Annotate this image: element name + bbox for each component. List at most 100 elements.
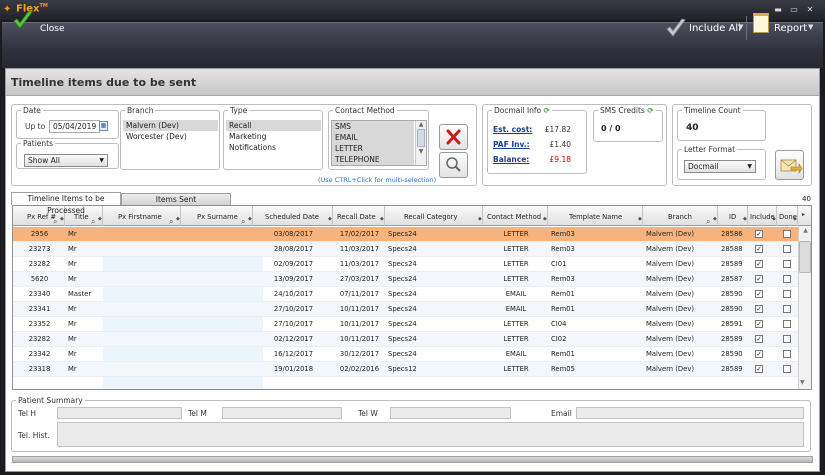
include-checkbox[interactable]: ✓	[755, 365, 763, 373]
patients-select[interactable]: Show All ▼	[24, 154, 108, 167]
clear-filter-button[interactable]	[439, 124, 468, 150]
column-header-recall-date[interactable]: Recall Date ◆	[333, 206, 385, 226]
contact-item-telephone[interactable]: TELEPHONE	[332, 154, 414, 165]
column-filter-icon[interactable]: ⌕	[706, 211, 710, 226]
maximize-button[interactable]: ▭	[788, 5, 800, 14]
sort-icon[interactable]: ◆	[176, 208, 180, 226]
sort-icon[interactable]: ◆	[478, 208, 482, 226]
type-list[interactable]: Recall Marketing Notifications	[226, 120, 321, 166]
close-button[interactable]: Close	[40, 24, 65, 34]
done-checkbox[interactable]	[783, 305, 791, 313]
include-checkbox[interactable]: ✓	[755, 245, 763, 253]
done-checkbox[interactable]	[783, 245, 791, 253]
scroll-up-icon[interactable]: ▲	[416, 121, 426, 128]
report-document-icon[interactable]	[753, 13, 769, 33]
report-button[interactable]: Report	[774, 23, 807, 34]
include-all-button[interactable]: Include All	[689, 23, 741, 34]
table-row[interactable]: 23342 Mr 16/12/2017 30/12/2017 Specs24 EMAIL R…	[13, 347, 798, 362]
table-row[interactable]: 23318 Mr 19/01/2018 02/02/2016 Specs12 LETTER…	[13, 362, 798, 377]
include-checkbox[interactable]: ✓	[755, 350, 763, 358]
include-checkbox[interactable]: ✓	[755, 275, 763, 283]
done-checkbox[interactable]	[783, 320, 791, 328]
include-checkbox[interactable]: ✓	[755, 320, 763, 328]
column-header-branch[interactable]: Branch ⌕ ◆	[643, 206, 718, 226]
checkmark-icon[interactable]	[12, 9, 34, 31]
chevron-down-icon[interactable]: ▼	[738, 23, 743, 31]
table-row[interactable]: 5620 Mr 13/09/2017 27/03/2017 Specs24 LETTER R…	[13, 272, 798, 287]
refresh-icon[interactable]: ⟳	[544, 106, 550, 115]
table-row[interactable]: 23273 Mr 28/08/2017 11/03/2017 Specs24 LETTER…	[13, 242, 798, 257]
sort-icon[interactable]: ◆	[328, 208, 332, 226]
column-filter-icon[interactable]: ⌕	[169, 211, 173, 226]
done-checkbox[interactable]	[783, 350, 791, 358]
branch-list[interactable]: Malvern (Dev) Worcester (Dev)	[123, 120, 218, 166]
include-checkbox[interactable]: ✓	[755, 230, 763, 238]
type-item-notifications[interactable]: Notifications	[226, 142, 321, 153]
contact-item-sms[interactable]: SMS	[332, 121, 414, 132]
calendar-icon[interactable]: ▦	[99, 121, 108, 131]
include-checkbox[interactable]: ✓	[755, 260, 763, 268]
timeline-items-grid[interactable]: Px Ref # ⌕ ◆ Title ⌕ ◆ Px Firstname ⌕ ◆ Px Surnam…	[12, 205, 812, 390]
branch-item-malvern[interactable]: Malvern (Dev)	[123, 120, 218, 131]
paf-inv-label[interactable]: PAF Inv.:	[493, 140, 530, 149]
contact-item-email[interactable]: EMAIL	[332, 132, 414, 143]
sort-icon[interactable]: ◆	[248, 208, 252, 226]
letter-format-select[interactable]: Docmail ▼	[684, 160, 756, 173]
sort-icon[interactable]: ◆	[98, 208, 102, 226]
scroll-down-icon[interactable]: ▼	[800, 379, 805, 386]
contact-item-letter[interactable]: LETTER	[332, 143, 414, 154]
done-checkbox[interactable]	[783, 365, 791, 373]
column-filter-icon[interactable]: ⌕	[91, 211, 95, 226]
done-checkbox[interactable]	[783, 275, 791, 283]
column-header-px-firstname[interactable]: Px Firstname ⌕ ◆	[103, 206, 181, 226]
column-filter-icon[interactable]: ⌕	[241, 211, 245, 226]
include-checkbox[interactable]: ✓	[755, 305, 763, 313]
done-checkbox[interactable]	[783, 230, 791, 238]
type-item-recall[interactable]: Recall	[226, 120, 321, 131]
grid-scroll-thumb[interactable]	[799, 241, 811, 273]
column-chooser-icon[interactable]: ▸	[802, 211, 805, 218]
chevron-down-icon[interactable]: ▼	[808, 23, 813, 31]
table-row[interactable]: 23282 Mr 02/12/2017 10/11/2017 Specs24 LETTER…	[13, 332, 798, 347]
send-letters-button[interactable]	[775, 150, 804, 180]
scroll-thumb[interactable]	[417, 129, 425, 147]
up-to-date-input[interactable]: 05/04/2019	[49, 120, 100, 133]
branch-item-worcester[interactable]: Worcester (Dev)	[123, 131, 218, 142]
done-checkbox[interactable]	[783, 335, 791, 343]
table-row[interactable]: 23341 Mr 27/10/2017 10/11/2017 Specs24 EMAIL R…	[13, 302, 798, 317]
column-header-scheduled-date[interactable]: Scheduled Date ◆	[253, 206, 333, 226]
column-header-template-name[interactable]: Template Name ◆	[548, 206, 643, 226]
sort-icon[interactable]: ◆	[743, 208, 747, 226]
done-checkbox[interactable]	[783, 260, 791, 268]
close-window-button[interactable]: ✕	[804, 5, 816, 14]
sort-icon[interactable]: ◆	[772, 208, 776, 226]
sort-icon[interactable]: ◆	[543, 208, 547, 226]
sort-icon[interactable]: ◆	[793, 208, 797, 226]
type-item-marketing[interactable]: Marketing	[226, 131, 321, 142]
refresh-icon[interactable]: ⟳	[647, 106, 653, 115]
sort-icon[interactable]: ◆	[713, 208, 717, 226]
column-header-id[interactable]: ID ◆	[718, 206, 748, 226]
balance-label[interactable]: Balance:	[493, 155, 529, 164]
table-row[interactable]: 23352 Mr 27/10/2017 10/11/2017 Specs24 LETTER…	[13, 317, 798, 332]
tab-items-to-be-processed[interactable]: Timeline Items to be Processed	[11, 192, 121, 215]
est-cost-label[interactable]: Est. cost:	[493, 125, 532, 134]
column-header-recall-category[interactable]: Recall Category ◆	[385, 206, 483, 226]
table-row[interactable]: 2956 Mr 03/08/2017 17/02/2017 Specs24 LETTER R…	[13, 227, 798, 242]
search-button[interactable]	[439, 152, 468, 178]
table-row[interactable]: 23282 Mr 02/09/2017 11/03/2017 Specs24 LETTER…	[13, 257, 798, 272]
done-checkbox[interactable]	[783, 290, 791, 298]
column-header-include[interactable]: Include ◆	[748, 206, 777, 226]
include-all-check-icon[interactable]	[665, 17, 687, 39]
sort-icon[interactable]: ◆	[380, 208, 384, 226]
include-checkbox[interactable]: ✓	[755, 335, 763, 343]
minimize-button[interactable]: ▬	[772, 5, 784, 14]
contact-method-list[interactable]: SMS EMAIL LETTER TELEPHONE ▲ ▼	[331, 120, 427, 166]
column-header-px-surname[interactable]: Px Surname ⌕ ◆	[181, 206, 253, 226]
column-header-contact-method[interactable]: Contact Method ◆	[483, 206, 548, 226]
sort-icon[interactable]: ◆	[638, 208, 642, 226]
contact-list-scrollbar[interactable]: ▲ ▼	[415, 121, 426, 165]
table-row[interactable]: 23340 Master 24/10/2017 07/11/2017 Specs24 EM…	[13, 287, 798, 302]
bottom-scrollbar[interactable]	[12, 456, 813, 463]
include-checkbox[interactable]: ✓	[755, 290, 763, 298]
